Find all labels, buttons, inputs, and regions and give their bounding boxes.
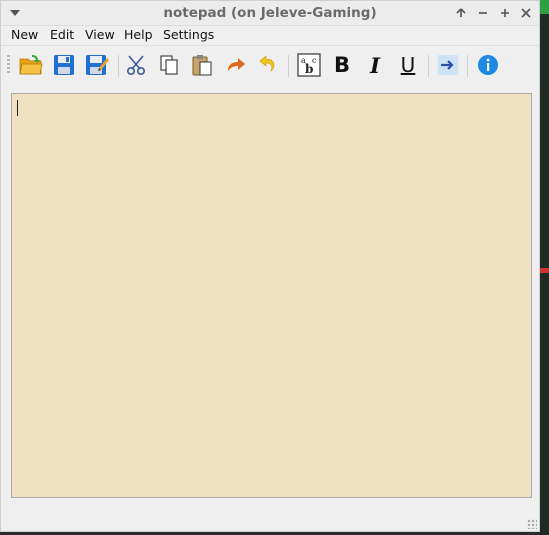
font-icon[interactable]: a c b: [295, 51, 323, 79]
bold-label: B: [333, 53, 350, 77]
text-caret: [17, 100, 18, 116]
toolbar-separator: [118, 55, 119, 77]
menu-settings[interactable]: Settings: [163, 27, 214, 42]
save-as-icon[interactable]: [83, 51, 111, 79]
cut-icon[interactable]: [122, 51, 150, 79]
keep-above-icon[interactable]: [452, 4, 470, 22]
notepad-window: notepad (on Jeleve-Gaming) New Edit View…: [0, 0, 540, 532]
paste-icon[interactable]: [188, 51, 216, 79]
menu-new[interactable]: New: [11, 27, 38, 42]
menu-bar: New Edit View Help Settings: [1, 25, 539, 45]
toolbar-separator: [428, 55, 429, 77]
italic-icon[interactable]: I: [361, 51, 389, 79]
italic-label: I: [370, 52, 380, 78]
minimize-icon[interactable]: [474, 4, 492, 22]
maximize-icon[interactable]: [496, 4, 514, 22]
resize-grip-handle[interactable]: [527, 519, 537, 529]
underline-icon[interactable]: U: [394, 51, 422, 79]
close-icon[interactable]: [517, 4, 535, 22]
menu-help[interactable]: Help: [124, 27, 153, 42]
toolbar-separator: [288, 55, 289, 77]
toolbar-grip-handle[interactable]: [7, 55, 10, 75]
open-folder-icon[interactable]: [17, 51, 45, 79]
redo-icon[interactable]: [221, 51, 249, 79]
undo-icon[interactable]: [254, 51, 282, 79]
svg-text:b: b: [305, 62, 313, 76]
menu-edit[interactable]: Edit: [50, 27, 74, 42]
toolbar-separator: [467, 55, 468, 77]
info-icon[interactable]: [474, 51, 502, 79]
toolbar: a c b B I U: [1, 46, 539, 82]
title-bar[interactable]: notepad (on Jeleve-Gaming): [1, 1, 539, 26]
save-icon[interactable]: [50, 51, 78, 79]
text-editor-area[interactable]: [11, 93, 532, 498]
go-icon[interactable]: [434, 51, 462, 79]
background-accent-green: [540, 0, 549, 14]
menu-view[interactable]: View: [85, 27, 115, 42]
background-accent-red: [540, 268, 549, 273]
bold-icon[interactable]: B: [328, 51, 356, 79]
copy-icon[interactable]: [155, 51, 183, 79]
underline-label: U: [400, 53, 416, 77]
